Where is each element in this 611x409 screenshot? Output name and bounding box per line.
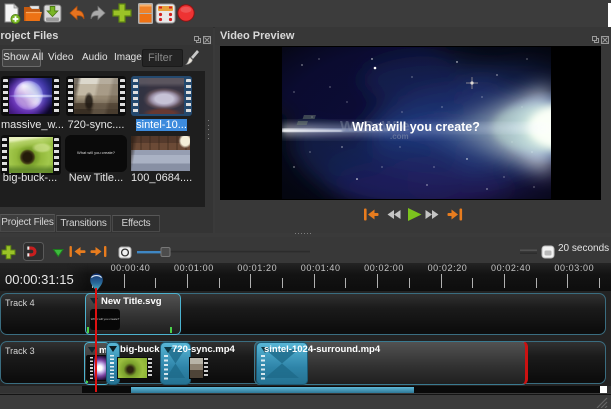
svg-text:What will you create?: What will you create? — [352, 120, 480, 134]
